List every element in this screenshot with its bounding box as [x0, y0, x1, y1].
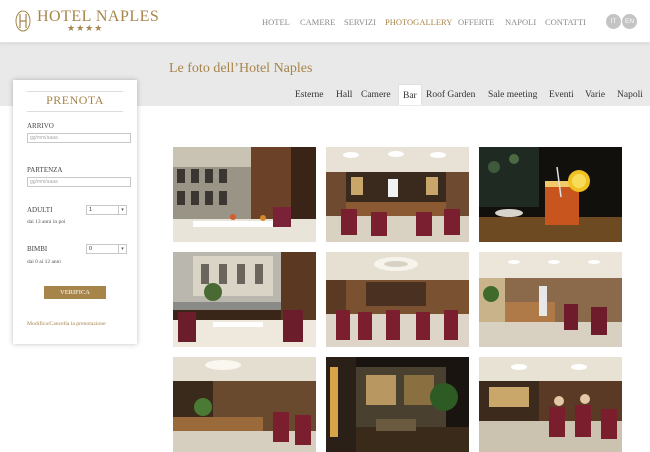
nav-camere[interactable]: CAMERE — [300, 17, 335, 27]
tab-camere[interactable]: Camere — [361, 90, 391, 100]
booking-divider — [27, 91, 123, 92]
lang-en-button[interactable]: EN — [622, 14, 637, 29]
tab-bar[interactable]: Bar — [398, 84, 422, 105]
gallery-photo[interactable] — [173, 357, 316, 452]
tab-eventi[interactable]: Eventi — [549, 90, 574, 100]
booking-divider — [27, 111, 123, 112]
adulti-label: ADULTI — [27, 206, 53, 214]
tab-roof-garden[interactable]: Roof Garden — [426, 90, 475, 100]
nav-servizi[interactable]: SERVIZI — [344, 17, 376, 27]
adulti-note: dai 13 anni in poi — [27, 219, 66, 225]
partenza-label: PARTENZA — [27, 166, 63, 174]
gallery-photo[interactable] — [326, 252, 469, 347]
booking-widget: PRENOTA ARRIVO gg/mm/aaaa PARTENZA gg/mm… — [13, 80, 137, 344]
adulti-value: 1 — [89, 207, 93, 213]
page-title: Le foto dell’Hotel Naples — [169, 61, 313, 76]
nav-napoli[interactable]: NAPOLI — [505, 17, 536, 27]
hotel-logo-icon[interactable] — [15, 10, 31, 32]
site-header: HOTEL NAPLES ★★★★ HOTEL CAMERE SERVIZI P… — [0, 0, 650, 43]
bimbi-value: 0 — [89, 246, 93, 252]
arrivo-label: ARRIVO — [27, 122, 54, 130]
tab-hall[interactable]: Hall — [336, 90, 352, 100]
chevron-down-icon: ▾ — [118, 245, 126, 253]
gallery-photo[interactable] — [479, 357, 622, 452]
nav-contatti[interactable]: CONTATTI — [545, 17, 586, 27]
tab-napoli[interactable]: Napoli — [617, 90, 643, 100]
nav-photogallery[interactable]: PHOTOGALLERY — [385, 17, 452, 27]
adulti-select[interactable]: 1 ▾ — [86, 205, 127, 215]
modifica-prenotazione-link[interactable]: Modifica/Cancella la prenotazione — [27, 321, 106, 327]
booking-title: PRENOTA — [46, 93, 104, 107]
chevron-down-icon: ▾ — [118, 206, 126, 214]
gallery-photo[interactable] — [326, 357, 469, 452]
gallery-photo[interactable] — [479, 147, 622, 242]
bimbi-label: BIMBI — [27, 245, 48, 253]
tab-varie[interactable]: Varie — [585, 90, 605, 100]
arrivo-date-input[interactable]: gg/mm/aaaa — [27, 133, 131, 143]
hotel-stars: ★★★★ — [67, 24, 104, 34]
bimbi-note: dai 0 ai 12 anni — [27, 259, 61, 265]
gallery-photo[interactable] — [173, 252, 316, 347]
verifica-button[interactable]: VERIFICA — [44, 286, 106, 299]
nav-hotel[interactable]: HOTEL — [262, 17, 290, 27]
nav-offerte[interactable]: OFFERTE — [458, 17, 494, 27]
gallery-photo[interactable] — [479, 252, 622, 347]
gallery-photo[interactable] — [326, 147, 469, 242]
lang-it-button[interactable]: IT — [606, 14, 621, 29]
bimbi-select[interactable]: 0 ▾ — [86, 244, 127, 254]
tab-esterne[interactable]: Esterne — [295, 90, 324, 100]
partenza-date-input[interactable]: gg/mm/aaaa — [27, 177, 131, 187]
tab-sale-meeting[interactable]: Sale meeting — [488, 90, 537, 100]
gallery-photo[interactable] — [173, 147, 316, 242]
